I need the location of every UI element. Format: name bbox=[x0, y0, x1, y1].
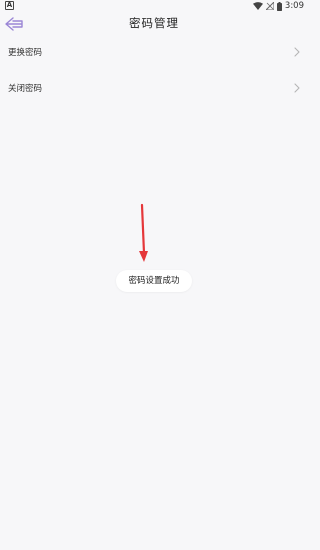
signal-icon bbox=[265, 2, 274, 10]
page-title: 密码管理 bbox=[129, 16, 179, 30]
menu-item-label: 更换密码 bbox=[8, 48, 43, 58]
battery-icon bbox=[276, 1, 282, 11]
app-header: 密码管理 bbox=[0, 12, 308, 36]
chevron-right-icon bbox=[294, 83, 300, 93]
success-toast: 密码设置成功 bbox=[116, 270, 192, 292]
status-bar: A 3:09 bbox=[0, 0, 308, 12]
settings-menu: 更换密码 关闭密码 bbox=[0, 36, 308, 108]
toast-text: 密码设置成功 bbox=[128, 276, 180, 286]
status-time: 3:09 bbox=[284, 1, 304, 11]
menu-item-change-password[interactable]: 更换密码 bbox=[0, 36, 308, 72]
notification-a-icon: A bbox=[5, 1, 14, 10]
menu-item-close-password[interactable]: 关闭密码 bbox=[0, 72, 308, 108]
status-icons: 3:09 bbox=[252, 0, 304, 12]
chevron-right-icon bbox=[294, 47, 300, 57]
menu-item-label: 关闭密码 bbox=[8, 84, 43, 94]
red-arrow-annotation bbox=[139, 203, 148, 262]
wifi-icon bbox=[252, 2, 263, 10]
